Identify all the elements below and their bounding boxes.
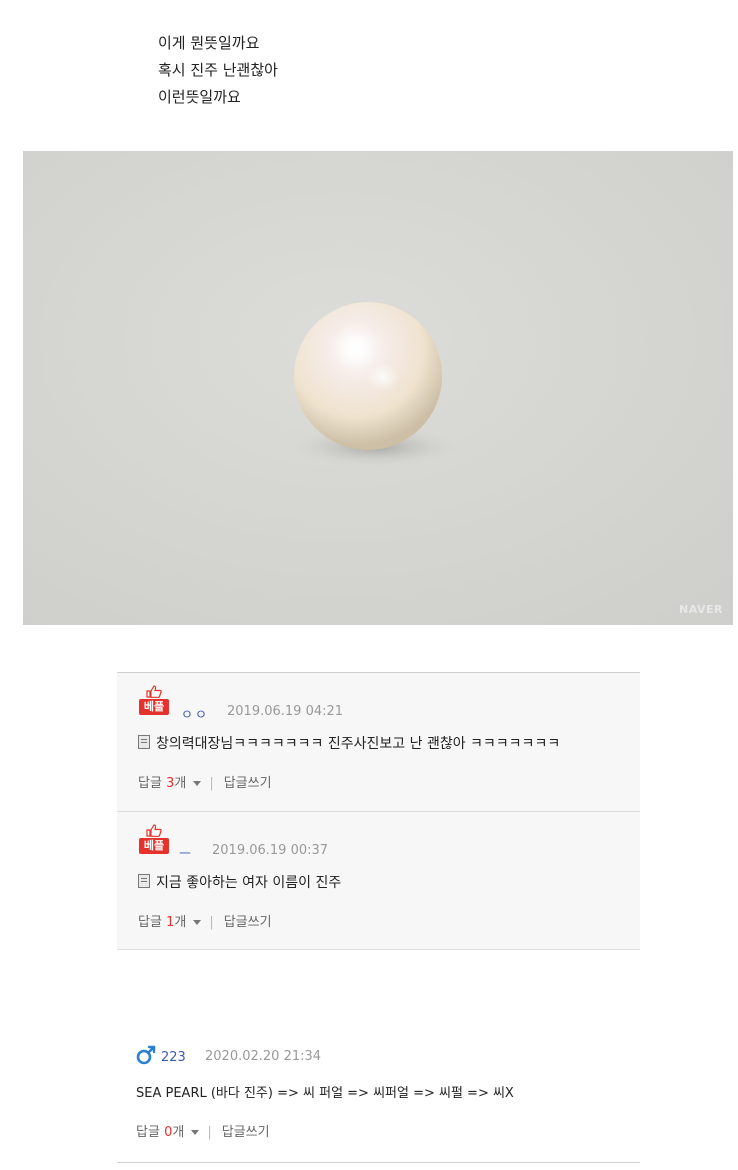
post-line: 이런뜻일까요 bbox=[158, 88, 241, 106]
pearl-photo: NAVER bbox=[23, 151, 733, 625]
reply-label: 답글 bbox=[138, 915, 162, 930]
comment-date: 2020.02.20 21:34 bbox=[205, 1049, 322, 1064]
separator: | bbox=[209, 776, 214, 791]
write-reply-link[interactable]: 답글쓰기 bbox=[224, 915, 272, 930]
write-reply-link[interactable]: 답글쓰기 bbox=[222, 1125, 270, 1140]
thumbs-up-icon bbox=[146, 824, 162, 837]
comment-text: 지금 좋아하는 여자 이름이 진주 bbox=[156, 875, 342, 891]
post-line: 혹시 진주 난괜찮아 bbox=[158, 61, 278, 79]
comment-text: SEA PEARL (바다 진주) => 씨 퍼얼 => 씨퍼얼 => 씨펄 =… bbox=[136, 1086, 514, 1101]
reply-unit: 개 bbox=[174, 776, 187, 791]
watermark: NAVER bbox=[679, 603, 723, 616]
best-badge: 베플 bbox=[139, 685, 169, 715]
memo-icon bbox=[138, 874, 150, 888]
reply-toggle[interactable]: 답글 0개 bbox=[136, 1125, 200, 1140]
best-badge: 베플 bbox=[139, 824, 169, 854]
separator: | bbox=[209, 915, 214, 930]
pearl-image bbox=[23, 151, 733, 625]
reply-toggle[interactable]: 답글 1개 bbox=[138, 915, 202, 930]
comment-nickname[interactable]: ㅡ bbox=[179, 843, 193, 862]
reply-label: 답글 bbox=[136, 1125, 160, 1140]
separator: | bbox=[207, 1125, 212, 1140]
comment: 223 2020.02.20 21:34 SEA PEARL (바다 진주) =… bbox=[117, 1030, 640, 1163]
comment-date: 2019.06.19 04:21 bbox=[227, 704, 344, 719]
caret-down-icon bbox=[191, 1130, 200, 1135]
caret-down-icon bbox=[193, 920, 202, 925]
best-comment: 베플 ㅡ 2019.06.19 00:37 지금 좋아하는 여자 이름이 진주 … bbox=[117, 811, 640, 950]
best-tag: 베플 bbox=[139, 699, 169, 715]
caret-down-icon bbox=[193, 781, 202, 786]
best-comments: 베플 ㅇㅇ 2019.06.19 04:21 창의력대장님ㅋㅋㅋㅋㅋㅋㅋ 진주사… bbox=[117, 672, 640, 950]
reply-row: 답글 0개 | 답글쓰기 bbox=[136, 1121, 270, 1140]
best-tag: 베플 bbox=[139, 838, 169, 854]
reply-row: 답글 3개 | 답글쓰기 bbox=[138, 772, 272, 791]
reply-unit: 개 bbox=[172, 1125, 185, 1140]
comment-date: 2019.06.19 00:37 bbox=[212, 843, 329, 858]
reply-row: 답글 1개 | 답글쓰기 bbox=[138, 911, 272, 930]
reply-toggle[interactable]: 답글 3개 bbox=[138, 776, 202, 791]
comment-body: 창의력대장님ㅋㅋㅋㅋㅋㅋㅋ 진주사진보고 난 괜찮아 ㅋㅋㅋㅋㅋㅋㅋ bbox=[138, 733, 560, 753]
post-body: 이게 뭔뜻일까요 혹시 진주 난괜찮아 이런뜻일까요 bbox=[158, 30, 278, 111]
user-level[interactable]: 223 bbox=[161, 1050, 186, 1065]
comment-body: 지금 좋아하는 여자 이름이 진주 bbox=[138, 872, 341, 892]
male-icon bbox=[136, 1045, 156, 1065]
write-reply-link[interactable]: 답글쓰기 bbox=[224, 776, 272, 791]
post-line: 이게 뭔뜻일까요 bbox=[158, 34, 260, 52]
reply-unit: 개 bbox=[174, 915, 187, 930]
comment-text: 창의력대장님ㅋㅋㅋㅋㅋㅋㅋ 진주사진보고 난 괜찮아 ㅋㅋㅋㅋㅋㅋㅋ bbox=[156, 736, 561, 752]
comment-nickname[interactable]: ㅇㅇ bbox=[181, 704, 209, 723]
thumbs-up-icon bbox=[146, 685, 162, 698]
reply-label: 답글 bbox=[138, 776, 162, 791]
memo-icon bbox=[138, 735, 150, 749]
best-comment: 베플 ㅇㅇ 2019.06.19 04:21 창의력대장님ㅋㅋㅋㅋㅋㅋㅋ 진주사… bbox=[117, 673, 640, 811]
